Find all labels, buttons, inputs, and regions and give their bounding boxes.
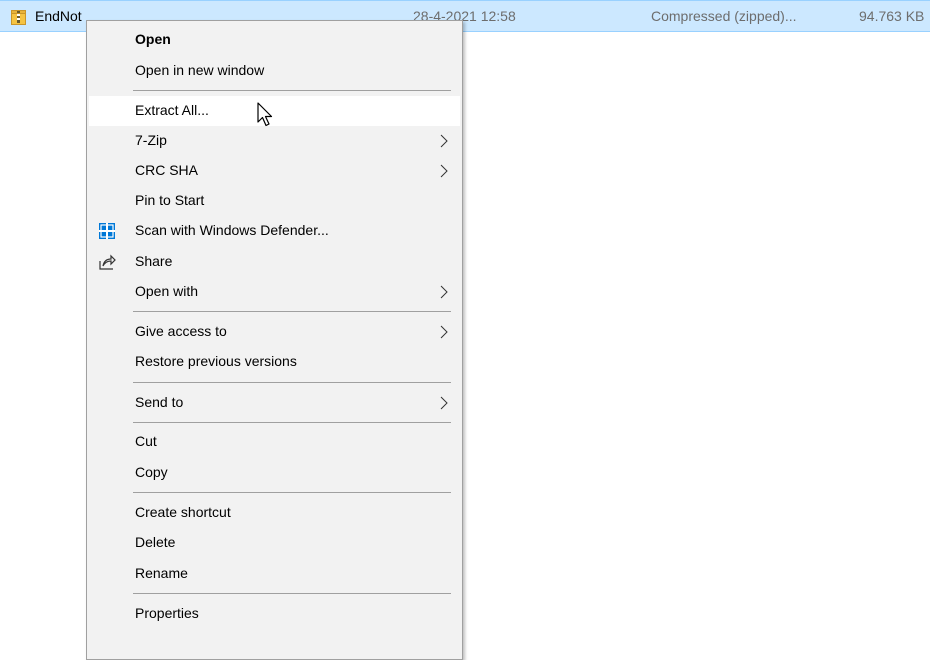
menu-item-scan-defender[interactable]: Scan with Windows Defender... xyxy=(89,216,460,246)
menu-separator xyxy=(133,311,451,312)
windows-defender-icon xyxy=(99,223,115,239)
menu-item-label: Open xyxy=(135,31,171,47)
menu-separator xyxy=(133,382,451,383)
menu-item-send-to[interactable]: Send to xyxy=(89,388,460,418)
menu-item-label: Open in new window xyxy=(135,62,265,78)
menu-item-label: Create shortcut xyxy=(135,504,231,520)
menu-item-label: Pin to Start xyxy=(135,192,205,208)
menu-item-copy[interactable]: Copy xyxy=(89,458,460,488)
menu-item-label: CRC SHA xyxy=(135,162,199,178)
menu-item-label: Share xyxy=(135,253,173,269)
chevron-right-icon xyxy=(440,396,448,410)
chevron-right-icon xyxy=(440,164,448,178)
menu-item-open[interactable]: Open xyxy=(89,25,460,55)
menu-item-restore-versions[interactable]: Restore previous versions xyxy=(89,347,460,377)
menu-separator xyxy=(133,593,451,594)
menu-item-cut[interactable]: Cut xyxy=(89,427,460,457)
menu-separator xyxy=(133,422,451,423)
file-type: Compressed (zipped)... xyxy=(651,8,797,24)
menu-item-rename[interactable]: Rename xyxy=(89,559,460,589)
menu-item-crc-sha[interactable]: CRC SHA xyxy=(89,156,460,186)
menu-item-label: Give access to xyxy=(135,323,227,339)
menu-item-label: Rename xyxy=(135,565,188,581)
menu-item-label: Copy xyxy=(135,464,168,480)
mouse-pointer-icon xyxy=(257,102,273,127)
menu-item-open-new-window[interactable]: Open in new window xyxy=(89,56,460,86)
menu-item-delete[interactable]: Delete xyxy=(89,528,460,558)
menu-separator xyxy=(133,492,451,493)
menu-item-label: Open with xyxy=(135,283,199,299)
menu-item-label: Scan with Windows Defender... xyxy=(135,222,329,238)
zip-folder-icon xyxy=(11,10,26,25)
menu-item-label: Cut xyxy=(135,433,157,449)
menu-item-7zip[interactable]: 7-Zip xyxy=(89,126,460,156)
menu-item-open-with[interactable]: Open with xyxy=(89,277,460,307)
menu-item-share[interactable]: Share xyxy=(89,247,460,277)
menu-item-label: Delete xyxy=(135,534,176,550)
menu-item-label: Send to xyxy=(135,394,184,410)
chevron-right-icon xyxy=(440,325,448,339)
menu-item-properties[interactable]: Properties xyxy=(89,599,460,629)
menu-item-pin-to-start[interactable]: Pin to Start xyxy=(89,186,460,216)
menu-item-give-access[interactable]: Give access to xyxy=(89,317,460,347)
share-icon xyxy=(99,254,116,270)
menu-item-label: Properties xyxy=(135,605,199,621)
menu-item-label: 7-Zip xyxy=(135,132,167,148)
file-name[interactable]: EndNot xyxy=(35,8,82,24)
menu-separator xyxy=(133,90,451,91)
menu-item-label: Restore previous versions xyxy=(135,353,297,369)
chevron-right-icon xyxy=(440,134,448,148)
file-size: 94.763 KB xyxy=(859,8,925,24)
chevron-right-icon xyxy=(440,285,448,299)
menu-item-label: Extract All... xyxy=(135,102,209,118)
menu-item-create-shortcut[interactable]: Create shortcut xyxy=(89,498,460,528)
